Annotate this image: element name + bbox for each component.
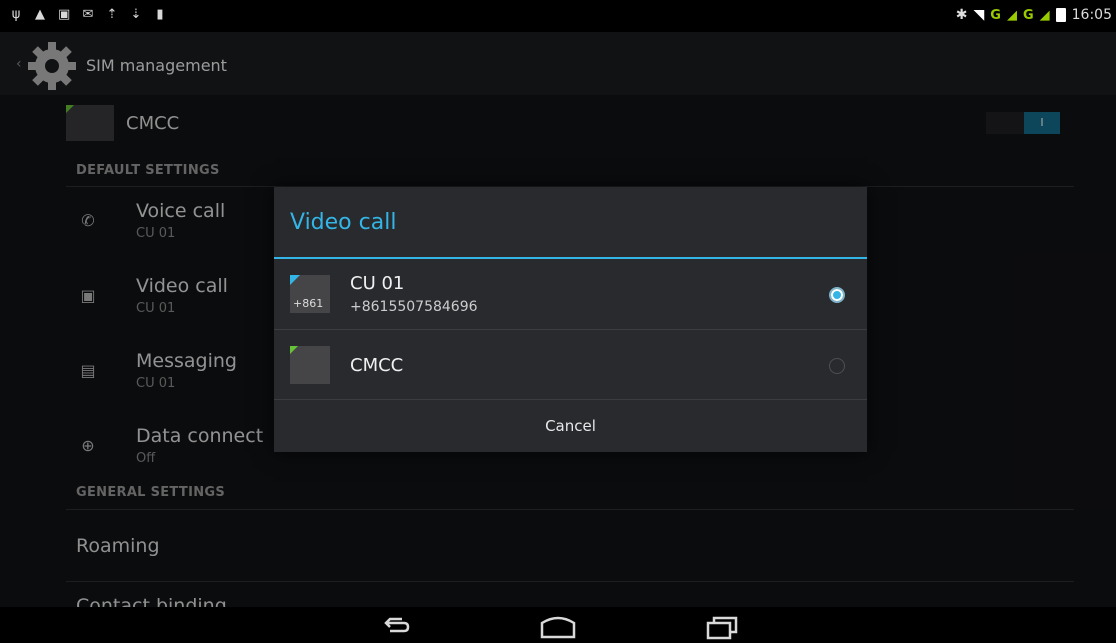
network-type-2: G bbox=[1022, 7, 1034, 23]
notification-icons: ψ ▲ ▣ ✉ ⇡ ⇣ ▮ bbox=[10, 8, 166, 22]
sim-option-name: CU 01 bbox=[350, 273, 405, 294]
sim-card-icon bbox=[290, 346, 330, 384]
dialog-title: Video call bbox=[290, 210, 397, 235]
system-icons: ✱ ◥ G ◢ G ◢ 16:05 bbox=[956, 7, 1112, 23]
bluetooth-icon: ✱ bbox=[955, 7, 968, 23]
cancel-button[interactable]: Cancel bbox=[274, 400, 867, 452]
clock: 16:05 bbox=[1071, 7, 1112, 23]
upload-icon: ⇡ bbox=[106, 7, 118, 22]
back-icon[interactable] bbox=[366, 611, 426, 641]
download-icon: ⇣ bbox=[130, 7, 142, 22]
recent-apps-icon[interactable] bbox=[690, 611, 750, 641]
sim-chip-label: +861 bbox=[293, 297, 324, 310]
storage-icon: ▮ bbox=[156, 7, 164, 22]
sim-option-cmcc[interactable]: CMCC bbox=[274, 330, 867, 400]
signal-icon-2: ◢ bbox=[1039, 7, 1050, 23]
battery-icon bbox=[1055, 8, 1066, 22]
wifi-icon: ◥ bbox=[973, 7, 985, 23]
home-icon[interactable] bbox=[528, 611, 588, 641]
sim-card-icon: +861 bbox=[290, 275, 330, 313]
video-call-dialog: Video call +861 CU 01 +8615507584696 CMC… bbox=[274, 187, 867, 452]
radio-unselected[interactable] bbox=[829, 358, 845, 374]
sim-option-name: CMCC bbox=[350, 355, 404, 376]
mail-icon: ✉ bbox=[82, 7, 94, 22]
sim-option-number: +8615507584696 bbox=[350, 299, 478, 315]
usb-icon: ψ bbox=[11, 7, 21, 22]
lock-icon: ▲ bbox=[35, 7, 45, 22]
sim-option-cu01[interactable]: +861 CU 01 +8615507584696 bbox=[274, 259, 867, 329]
navigation-bar bbox=[0, 607, 1116, 643]
network-type-1: G bbox=[990, 7, 1001, 23]
status-bar: ψ ▲ ▣ ✉ ⇡ ⇣ ▮ ✱ ◥ G ◢ G ◢ 16:05 bbox=[0, 0, 1116, 32]
image-icon: ▣ bbox=[58, 7, 71, 22]
signal-icon-1: ◢ bbox=[1006, 7, 1017, 23]
radio-selected[interactable] bbox=[829, 287, 845, 303]
